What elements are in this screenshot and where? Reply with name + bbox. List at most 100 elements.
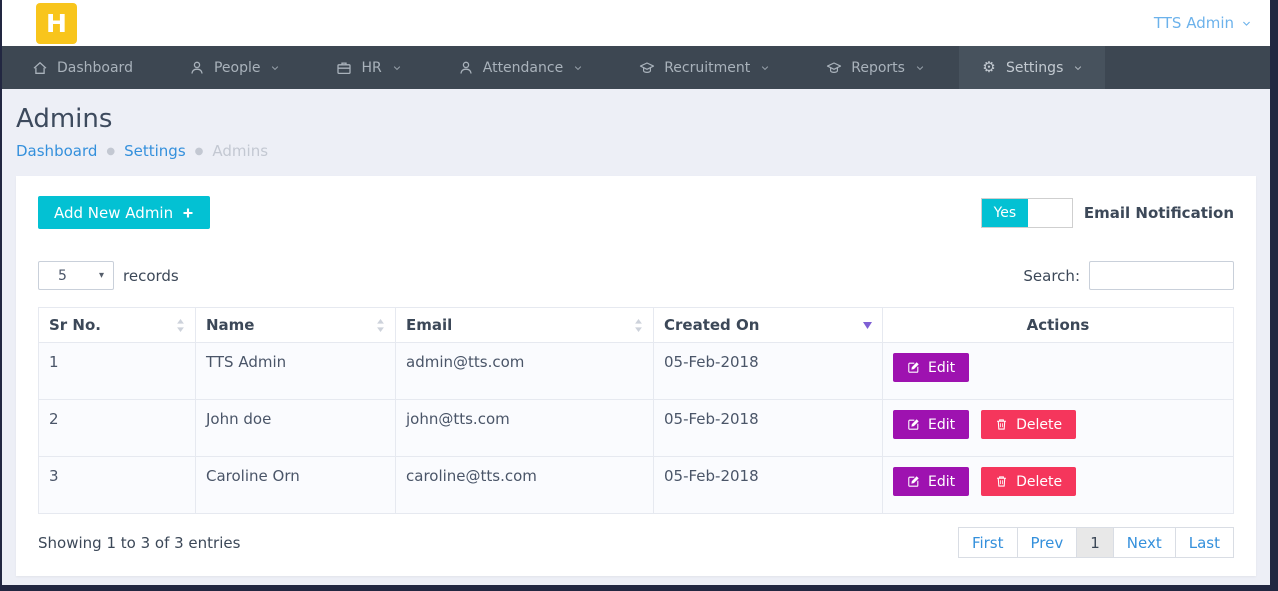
edit-button-label: Edit — [928, 474, 955, 490]
email-notification-group: Yes Email Notification — [981, 198, 1234, 228]
app-logo-letter: H — [46, 9, 67, 38]
add-new-admin-label: Add New Admin — [54, 204, 173, 222]
edit-button-label: Edit — [928, 417, 955, 433]
records-select-value: 5 — [58, 268, 67, 284]
user-menu-label: TTS Admin — [1154, 14, 1234, 32]
chevron-down-icon — [573, 63, 583, 73]
breadcrumb-dashboard[interactable]: Dashboard — [16, 141, 97, 162]
pagination-last[interactable]: Last — [1175, 527, 1234, 558]
delete-button[interactable]: Delete — [981, 410, 1076, 439]
page-head: Admins Dashboard●Settings●Admins — [2, 89, 1270, 162]
page-title: Admins — [16, 105, 1270, 133]
table-controls-row: 5 ▾ records Search: — [38, 261, 1234, 290]
table-footer-row: Showing 1 to 3 of 3 entries FirstPrev1Ne… — [38, 527, 1234, 558]
nav-item-label: Recruitment — [664, 60, 750, 76]
trash-icon — [995, 475, 1008, 488]
person-icon — [458, 60, 474, 76]
top-bar: H TTS Admin — [2, 0, 1270, 46]
nav-item-label: People — [214, 60, 261, 76]
cell-created-on: 05-Feb-2018 — [654, 457, 883, 514]
toggle-on-label: Yes — [994, 205, 1017, 221]
breadcrumb-admins: Admins — [212, 141, 268, 162]
edit-icon — [907, 475, 920, 488]
main-nav: Dashboard People HR Attendance Recruitment Re… — [2, 46, 1270, 89]
briefcase-icon — [336, 60, 352, 76]
search-input[interactable] — [1089, 261, 1234, 290]
breadcrumb: Dashboard●Settings●Admins — [16, 141, 1270, 162]
column-header-sr-no-[interactable]: Sr No. — [39, 308, 196, 343]
delete-button-label: Delete — [1016, 417, 1062, 433]
cell-actions: Edit Delete — [883, 400, 1234, 457]
column-header-created-on[interactable]: Created On — [654, 308, 883, 343]
nav-item-attendance[interactable]: Attendance — [436, 46, 605, 89]
cell-name: Caroline Orn — [196, 457, 396, 514]
cell-created-on: 05-Feb-2018 — [654, 343, 883, 400]
pagination-1[interactable]: 1 — [1076, 527, 1114, 558]
cell-sr: 3 — [39, 457, 196, 514]
sort-desc-icon — [863, 322, 872, 329]
cell-email: caroline@tts.com — [396, 457, 654, 514]
nav-item-label: Attendance — [483, 60, 563, 76]
entries-summary: Showing 1 to 3 of 3 entries — [38, 534, 240, 552]
records-group: 5 ▾ records — [38, 261, 179, 290]
search-group: Search: — [1023, 261, 1234, 290]
sort-icon — [176, 319, 185, 332]
home-icon — [32, 60, 48, 76]
edit-button[interactable]: Edit — [893, 353, 969, 382]
nav-item-reports[interactable]: Reports — [804, 46, 947, 89]
pagination-next[interactable]: Next — [1113, 527, 1176, 558]
toggle-off-segment — [1028, 199, 1072, 227]
nav-item-recruitment[interactable]: Recruitment — [617, 46, 792, 89]
nav-item-hr[interactable]: HR — [314, 46, 423, 89]
column-label: Actions — [1027, 316, 1090, 334]
chevron-down-icon — [760, 63, 770, 73]
cell-actions: Edit — [883, 343, 1234, 400]
toolbar-row: Add New Admin Yes Email Notification — [38, 196, 1234, 229]
cell-sr: 1 — [39, 343, 196, 400]
column-label: Sr No. — [49, 316, 101, 334]
chevron-down-icon — [1241, 18, 1252, 29]
nav-item-label: Dashboard — [57, 60, 133, 76]
email-notification-label: Email Notification — [1084, 204, 1234, 222]
cell-name: John doe — [196, 400, 396, 457]
chevron-down-icon — [392, 63, 402, 73]
app-logo[interactable]: H — [36, 3, 77, 44]
column-label: Email — [406, 316, 452, 334]
nav-item-label: Reports — [851, 60, 905, 76]
column-header-email[interactable]: Email — [396, 308, 654, 343]
cell-sr: 2 — [39, 400, 196, 457]
chevron-down-icon — [915, 63, 925, 73]
nav-item-settings[interactable]: ⚙Settings — [959, 46, 1105, 89]
app-window: H TTS Admin Dashboard People HR Attendance R… — [2, 0, 1270, 585]
table-row: 3Caroline Orncaroline@tts.com05-Feb-2018… — [39, 457, 1234, 514]
nav-item-dashboard[interactable]: Dashboard — [10, 46, 155, 89]
grad-cap-icon — [826, 60, 842, 76]
toggle-on-segment: Yes — [982, 199, 1028, 227]
edit-button[interactable]: Edit — [893, 410, 969, 439]
add-new-admin-button[interactable]: Add New Admin — [38, 196, 210, 229]
column-header-actions[interactable]: Actions — [883, 308, 1234, 343]
delete-button[interactable]: Delete — [981, 467, 1076, 496]
admins-table: Sr No. Name Email Created On Actions 1TTS Ad… — [38, 307, 1234, 514]
column-header-name[interactable]: Name — [196, 308, 396, 343]
cell-email: john@tts.com — [396, 400, 654, 457]
records-select[interactable]: 5 ▾ — [38, 261, 114, 290]
records-label: records — [123, 267, 179, 285]
column-label: Name — [206, 316, 254, 334]
email-notification-toggle[interactable]: Yes — [981, 198, 1073, 228]
edit-button[interactable]: Edit — [893, 467, 969, 496]
cell-name: TTS Admin — [196, 343, 396, 400]
cell-created-on: 05-Feb-2018 — [654, 400, 883, 457]
nav-item-people[interactable]: People — [167, 46, 303, 89]
pagination-prev[interactable]: Prev — [1017, 527, 1078, 558]
user-menu[interactable]: TTS Admin — [1154, 0, 1252, 46]
delete-button-label: Delete — [1016, 474, 1062, 490]
cell-actions: Edit Delete — [883, 457, 1234, 514]
table-header-row: Sr No. Name Email Created On Actions — [39, 308, 1234, 343]
breadcrumb-settings[interactable]: Settings — [124, 141, 186, 162]
cell-email: admin@tts.com — [396, 343, 654, 400]
grad-cap-icon — [639, 60, 655, 76]
chevron-down-icon — [1073, 63, 1083, 73]
sort-icon — [634, 319, 643, 332]
pagination-first[interactable]: First — [958, 527, 1018, 558]
